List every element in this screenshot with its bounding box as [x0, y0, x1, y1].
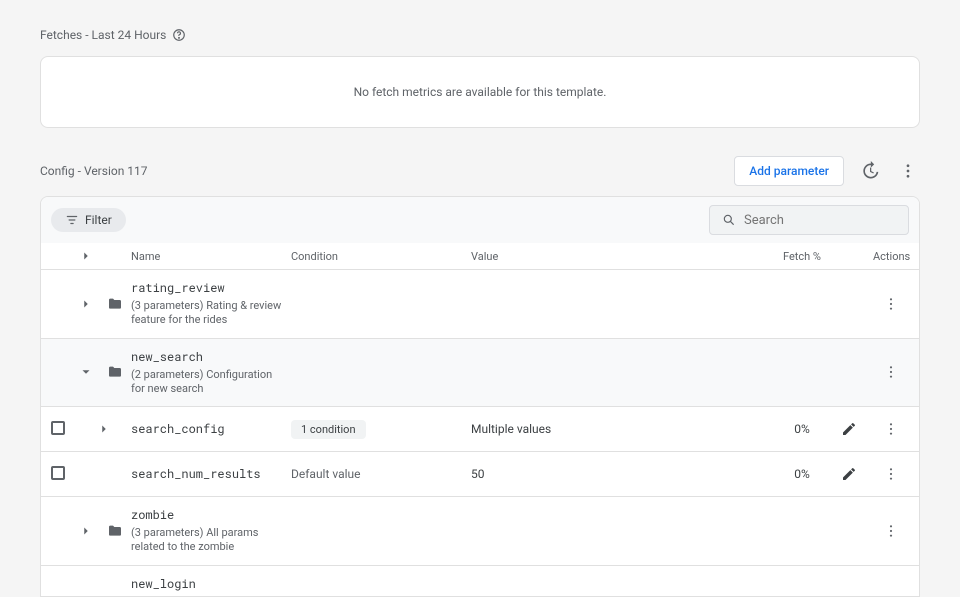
chevron-right-icon[interactable] [79, 297, 93, 311]
chevron-right-icon[interactable] [79, 249, 93, 263]
edit-icon[interactable] [837, 462, 861, 486]
group-name: new_login [131, 576, 283, 592]
param-row[interactable]: search_num_results Default value 50 0% [41, 452, 919, 497]
help-icon[interactable] [172, 28, 186, 42]
col-fetch-header: Fetch % [767, 250, 837, 263]
param-value: 50 [471, 467, 767, 481]
table-toolbar: Filter [41, 197, 919, 243]
param-fetch: 0% [767, 422, 837, 436]
group-description: (2 parameters) Configuration for new sea… [131, 368, 283, 397]
edit-icon[interactable] [837, 417, 861, 441]
fetches-empty-card: No fetch metrics are available for this … [40, 56, 920, 128]
history-icon[interactable] [858, 159, 882, 183]
filter-label: Filter [85, 213, 112, 227]
col-actions-header: Actions [873, 250, 909, 263]
group-description: (3 parameters) All params related to the… [131, 526, 283, 555]
chevron-right-icon[interactable] [97, 422, 111, 436]
condition-chip[interactable]: 1 condition [291, 420, 366, 439]
filter-icon [65, 213, 79, 227]
fetches-empty-message: No fetch metrics are available for this … [354, 85, 607, 99]
folder-icon [107, 296, 123, 312]
param-value: Multiple values [471, 422, 767, 436]
group-name: rating_review [131, 280, 283, 296]
filter-button[interactable]: Filter [51, 208, 126, 232]
group-description: (3 parameters) Rating & review feature f… [131, 299, 283, 328]
param-name: search_num_results [131, 466, 283, 482]
group-row[interactable]: new_search (2 parameters) Configuration … [41, 339, 919, 408]
more-vert-icon[interactable] [879, 292, 903, 316]
more-vert-icon[interactable] [896, 159, 920, 183]
col-condition-header: Condition [291, 250, 471, 263]
param-name: search_config [131, 421, 283, 437]
group-name: zombie [131, 507, 283, 523]
search-box[interactable] [709, 205, 909, 235]
config-table-card: Filter Name Condition Value Fetch % Acti… [40, 196, 920, 597]
search-input[interactable] [744, 213, 896, 228]
param-condition: Default value [291, 467, 471, 481]
table-header: Name Condition Value Fetch % Actions [41, 243, 919, 270]
group-row[interactable]: new_login [41, 566, 919, 596]
more-vert-icon[interactable] [879, 462, 903, 486]
more-vert-icon[interactable] [879, 417, 903, 441]
add-parameter-button[interactable]: Add parameter [734, 156, 844, 186]
fetches-title: Fetches - Last 24 Hours [40, 28, 166, 42]
row-checkbox[interactable] [51, 466, 65, 480]
more-vert-icon[interactable] [879, 360, 903, 384]
group-name: new_search [131, 349, 283, 365]
row-checkbox[interactable] [51, 421, 65, 435]
param-fetch: 0% [767, 467, 837, 481]
col-value-header: Value [471, 250, 767, 263]
chevron-down-icon[interactable] [79, 365, 93, 379]
config-header: Config - Version 117 Add parameter [40, 156, 920, 186]
fetches-header: Fetches - Last 24 Hours [40, 28, 920, 42]
group-row[interactable]: zombie (3 parameters) All params related… [41, 497, 919, 566]
search-icon [722, 212, 736, 228]
more-vert-icon[interactable] [879, 519, 903, 543]
param-row[interactable]: search_config 1 condition Multiple value… [41, 407, 919, 452]
config-title: Config - Version 117 [40, 164, 148, 178]
group-row[interactable]: rating_review (3 parameters) Rating & re… [41, 270, 919, 339]
col-name-header: Name [131, 250, 291, 263]
folder-icon [107, 364, 123, 380]
chevron-right-icon[interactable] [79, 524, 93, 538]
folder-icon [107, 523, 123, 539]
